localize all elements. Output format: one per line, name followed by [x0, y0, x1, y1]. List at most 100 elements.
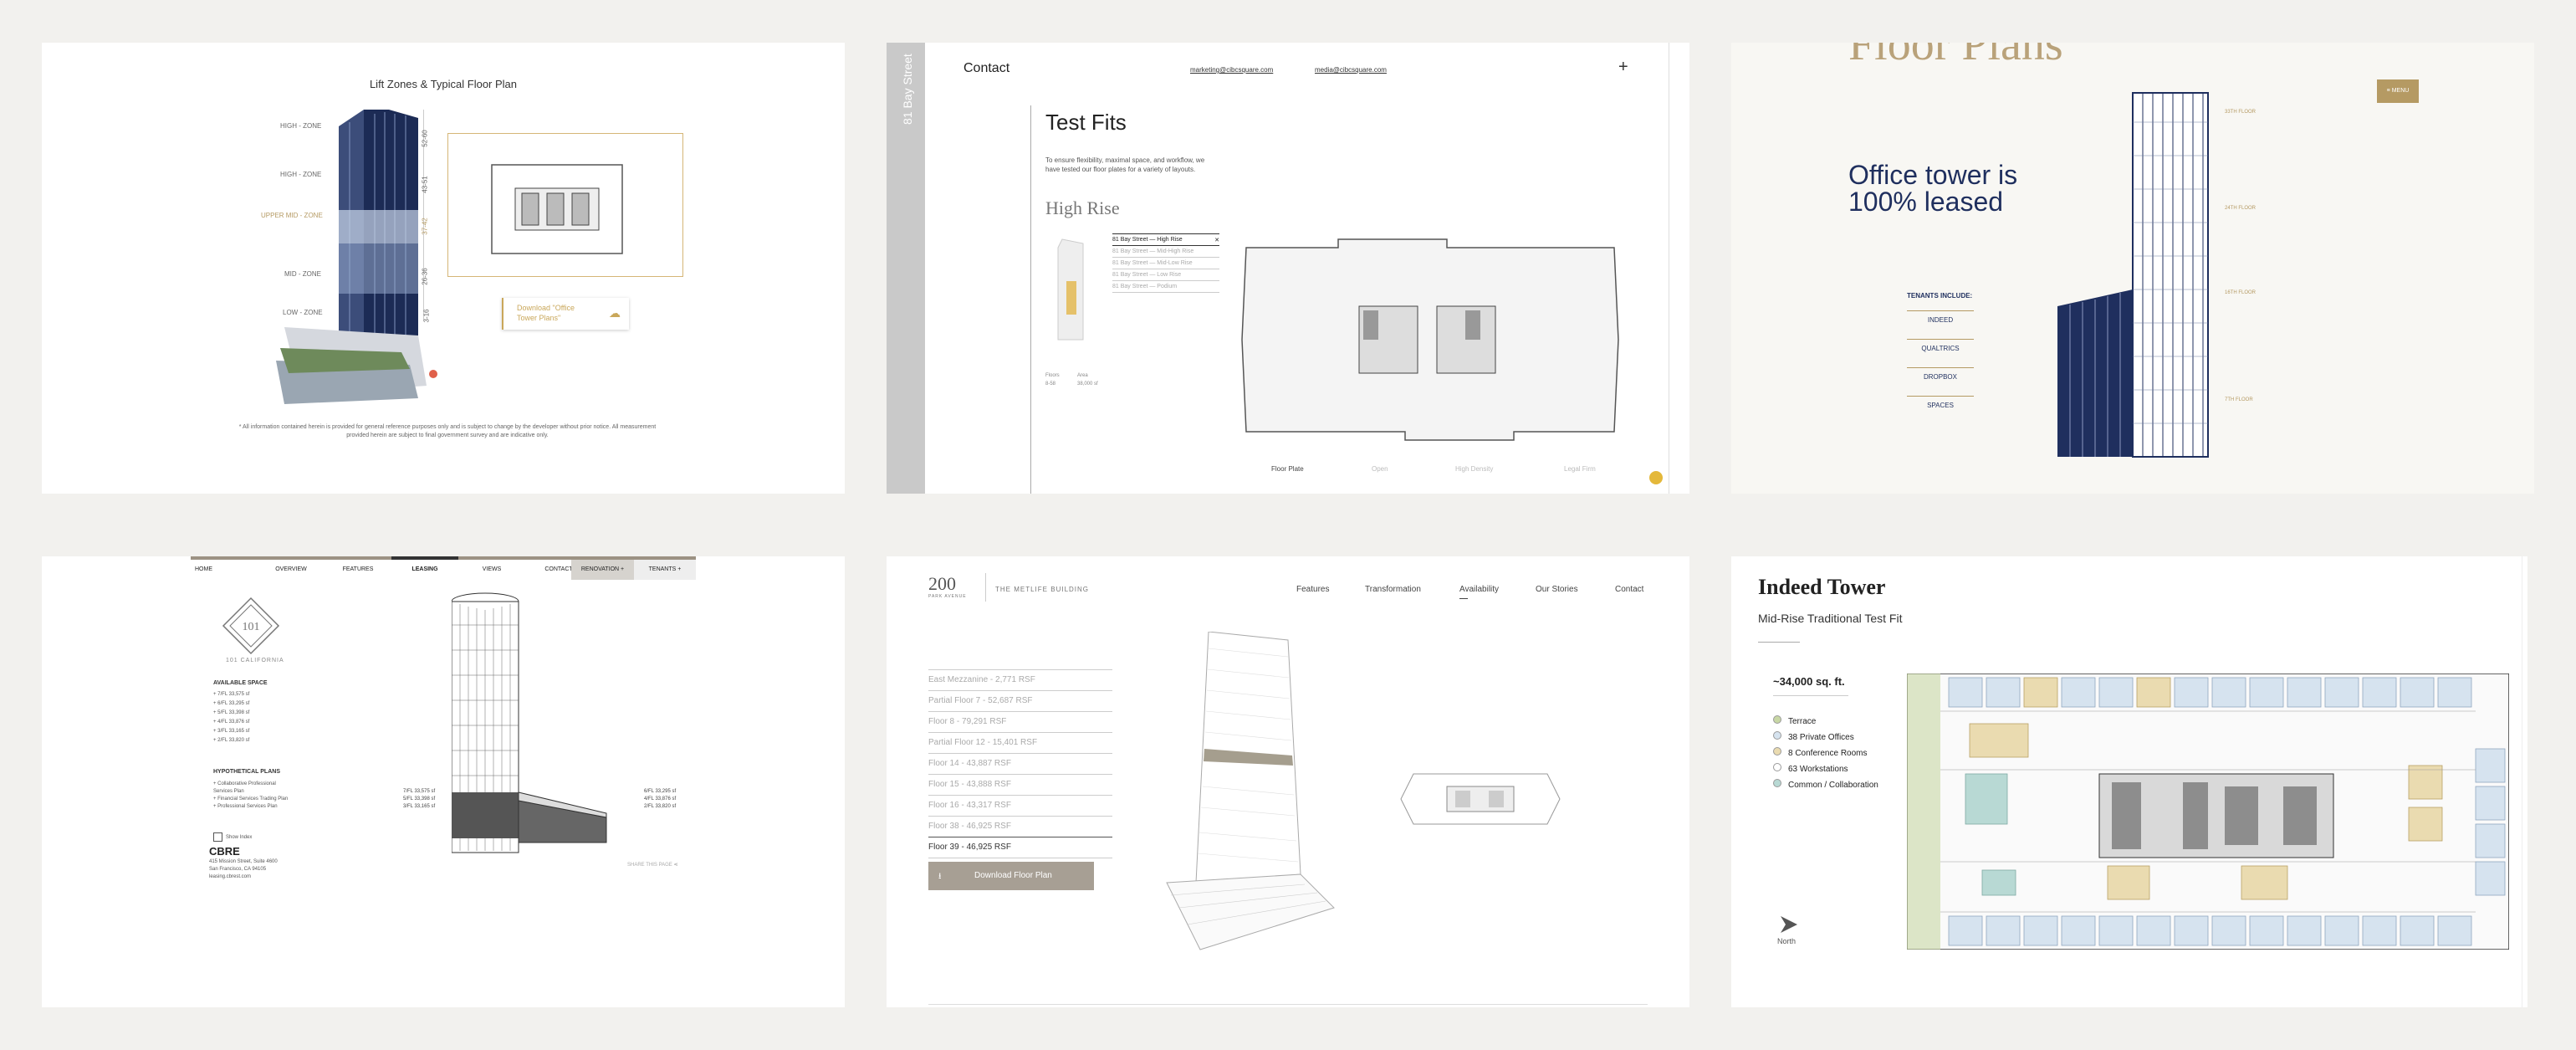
legend-private-offices: 38 Private Offices [1773, 730, 1878, 745]
nav-transformation[interactable]: Transformation [1365, 585, 1421, 594]
email-media-link[interactable]: media@cibcsquare.com [1315, 66, 1387, 74]
typical-floor-plan [447, 133, 683, 277]
logo-divider [985, 573, 986, 602]
available-space-heading: AVAILABLE SPACE [213, 680, 268, 686]
card-test-fits: 81 Bay Street Contact marketing@cibcsqua… [887, 43, 1689, 494]
available-item-3[interactable]: + 3/FL 33,165 sf [213, 727, 249, 736]
download-floor-plan-button[interactable]: ⭳ Download Floor Plan [928, 862, 1094, 890]
broker-site[interactable]: leasing.cbrest.com [209, 874, 251, 879]
available-item-5[interactable]: + 5/FL 33,398 sf [213, 709, 249, 718]
metlife-tower-drawing-icon [1166, 632, 1335, 950]
nav-item-features[interactable]: FEATURES [325, 556, 391, 580]
email-marketing-link[interactable]: marketing@cibcsquare.com [1190, 66, 1273, 74]
side-label[interactable]: 81 Bay Street [901, 54, 914, 125]
content-divider [1030, 105, 1031, 494]
available-list: + 7/FL 33,575 sf + 6/FL 33,295 sf + 5/FL… [213, 690, 249, 745]
available-item-6[interactable]: + 6/FL 33,295 sf [213, 699, 249, 709]
option-mid-low[interactable]: 81 Bay Street — Mid-Low Rise [1112, 258, 1219, 269]
tower-wireframe-icon [452, 592, 607, 853]
available-item-7[interactable]: + 7/FL 33,575 sf [213, 690, 249, 699]
contact-heading[interactable]: Contact [963, 61, 1009, 76]
download-floor-plan-label: Download Floor Plan [974, 871, 1052, 880]
close-icon[interactable]: ✕ [1214, 237, 1219, 243]
tenant-spaces: SPACES [1907, 396, 1974, 424]
floor-item-partial-7[interactable]: Partial Floor 7 - 52,687 RSF [928, 690, 1112, 711]
download-icon: ⭳ [938, 872, 942, 881]
left-label-3: 3/FL 33,165 sf [403, 804, 436, 809]
swatch-common [1773, 779, 1781, 787]
option-mid-high[interactable]: 81 Bay Street — Mid-High Rise [1112, 246, 1219, 258]
high-rise-heading: High Rise [1045, 197, 1120, 218]
floor-item-39[interactable]: Floor 39 - 46,925 RSF [928, 837, 1112, 858]
floor-tag-16[interactable]: 16TH FLOOR [2225, 290, 2256, 295]
brand-name: 101 CALIFORNIA [226, 658, 284, 663]
nav-features[interactable]: Features [1296, 585, 1329, 594]
broker-city: San Francisco, CA 94105 [209, 867, 267, 872]
stat-value-area: 38,000 sf [1077, 382, 1098, 387]
menu-button[interactable]: ≡ MENU [2377, 79, 2419, 103]
plus-button[interactable]: + [1618, 58, 1628, 77]
nav-contact[interactable]: Contact [1615, 585, 1643, 594]
floor-tag-33[interactable]: 33TH FLOOR [2225, 110, 2256, 115]
floor-plate-plan-icon [1241, 238, 1619, 441]
floor-item-38[interactable]: Floor 38 - 46,925 RSF [928, 816, 1112, 837]
floor-item-east-mezzanine[interactable]: East Mezzanine - 2,771 RSF [928, 669, 1112, 690]
available-item-4[interactable]: + 4/FL 33,876 sf [213, 718, 249, 727]
floor-list: East Mezzanine - 2,771 RSF Partial Floor… [928, 669, 1112, 858]
floor-plan-drawing-icon [491, 164, 623, 254]
swatch-terrace [1773, 715, 1781, 724]
tab-legal-firm[interactable]: Legal Firm [1564, 465, 1596, 473]
nav-item-tenants[interactable]: TENANTS + [634, 556, 696, 580]
nav-availability[interactable]: Availability [1459, 585, 1499, 594]
nav-item-views[interactable]: VIEWS [458, 556, 525, 580]
share-page-link[interactable]: SHARE THIS PAGE ⋖ [627, 862, 678, 868]
floor-item-15[interactable]: Floor 15 - 43,888 RSF [928, 774, 1112, 795]
tab-high-density[interactable]: High Density [1455, 465, 1493, 473]
building-name: THE METLIFE BUILDING [995, 586, 1090, 593]
hypo-item-3[interactable]: + Professional Services Plan [213, 803, 289, 811]
tab-open[interactable]: Open [1372, 465, 1388, 473]
card-indeed-tower: Indeed Tower Mid-Rise Traditional Test F… [1731, 556, 2527, 1007]
101-california-logo-icon: 101 [222, 597, 280, 655]
download-plans-button[interactable]: Download "Office Tower Plans" ☁ [502, 298, 629, 330]
left-label-5: 5/FL 33,398 sf [403, 796, 436, 802]
tab-floor-plate[interactable]: Floor Plate [1271, 465, 1304, 473]
floor-item-16[interactable]: Floor 16 - 43,317 RSF [928, 795, 1112, 816]
tenant-dropbox: DROPBOX [1907, 367, 1974, 396]
nav-item-home[interactable]: HOME [191, 556, 258, 580]
top-nav: HOME OVERVIEW FEATURES LEASING VIEWS CON… [191, 556, 696, 580]
tenants-list: INDEED QUALTRICS DROPBOX SPACES [1907, 310, 1974, 424]
hypothetical-heading: HYPOTHETICAL PLANS [213, 769, 280, 775]
north-label: North [1777, 937, 1797, 945]
show-index-toggle[interactable]: Show Index [213, 832, 252, 842]
option-podium[interactable]: 81 Bay Street — Podium [1112, 281, 1219, 293]
floor-item-14[interactable]: Floor 14 - 43,887 RSF [928, 753, 1112, 774]
option-high-rise[interactable]: 81 Bay Street — High Rise ✕ [1112, 233, 1219, 246]
nav-item-renovation[interactable]: RENOVATION + [571, 556, 634, 580]
logo-number[interactable]: 200 [928, 573, 956, 595]
swatch-conference-rooms [1773, 747, 1781, 755]
available-item-2[interactable]: + 2/FL 33,820 sf [213, 736, 249, 745]
tenant-indeed: INDEED [1907, 310, 1974, 339]
tenant-qualtrics: QUALTRICS [1907, 339, 1974, 367]
card-101-california: HOME OVERVIEW FEATURES LEASING VIEWS CON… [42, 556, 845, 1007]
floor-tag-24[interactable]: 24TH FLOOR [2225, 206, 2256, 211]
test-fit-subtitle: Mid-Rise Traditional Test Fit [1758, 612, 1903, 625]
card-200-park-avenue: 200 PARK AVENUE THE METLIFE BUILDING Fea… [887, 556, 1689, 1007]
option-low-rise[interactable]: 81 Bay Street — Low Rise [1112, 269, 1219, 281]
card-floor-plans: Floor Plans ≡ MENU Office tower is 100% … [1731, 43, 2534, 494]
floor-range-2: 43-51 [421, 176, 429, 193]
hypo-item-1[interactable]: + Collaborative Professional Services Pl… [213, 781, 289, 796]
mini-tower-icon [1057, 238, 1084, 341]
download-plans-label: Download "Office Tower Plans" [517, 304, 575, 322]
floor-tag-7[interactable]: 7TH FLOOR [2225, 397, 2253, 402]
floor-item-8[interactable]: Floor 8 - 79,291 RSF [928, 711, 1112, 732]
logo-subtitle: PARK AVENUE [928, 594, 967, 599]
hypo-item-2[interactable]: + Financial Services Trading Plan [213, 796, 289, 803]
north-arrow-icon [1781, 916, 1797, 933]
nav-item-overview[interactable]: OVERVIEW [258, 556, 325, 580]
floor-item-partial-12[interactable]: Partial Floor 12 - 15,401 RSF [928, 732, 1112, 753]
nav-item-leasing[interactable]: LEASING [391, 556, 458, 580]
legend-conference-rooms: 8 Conference Rooms [1773, 745, 1878, 761]
nav-our-stories[interactable]: Our Stories [1536, 585, 1578, 594]
